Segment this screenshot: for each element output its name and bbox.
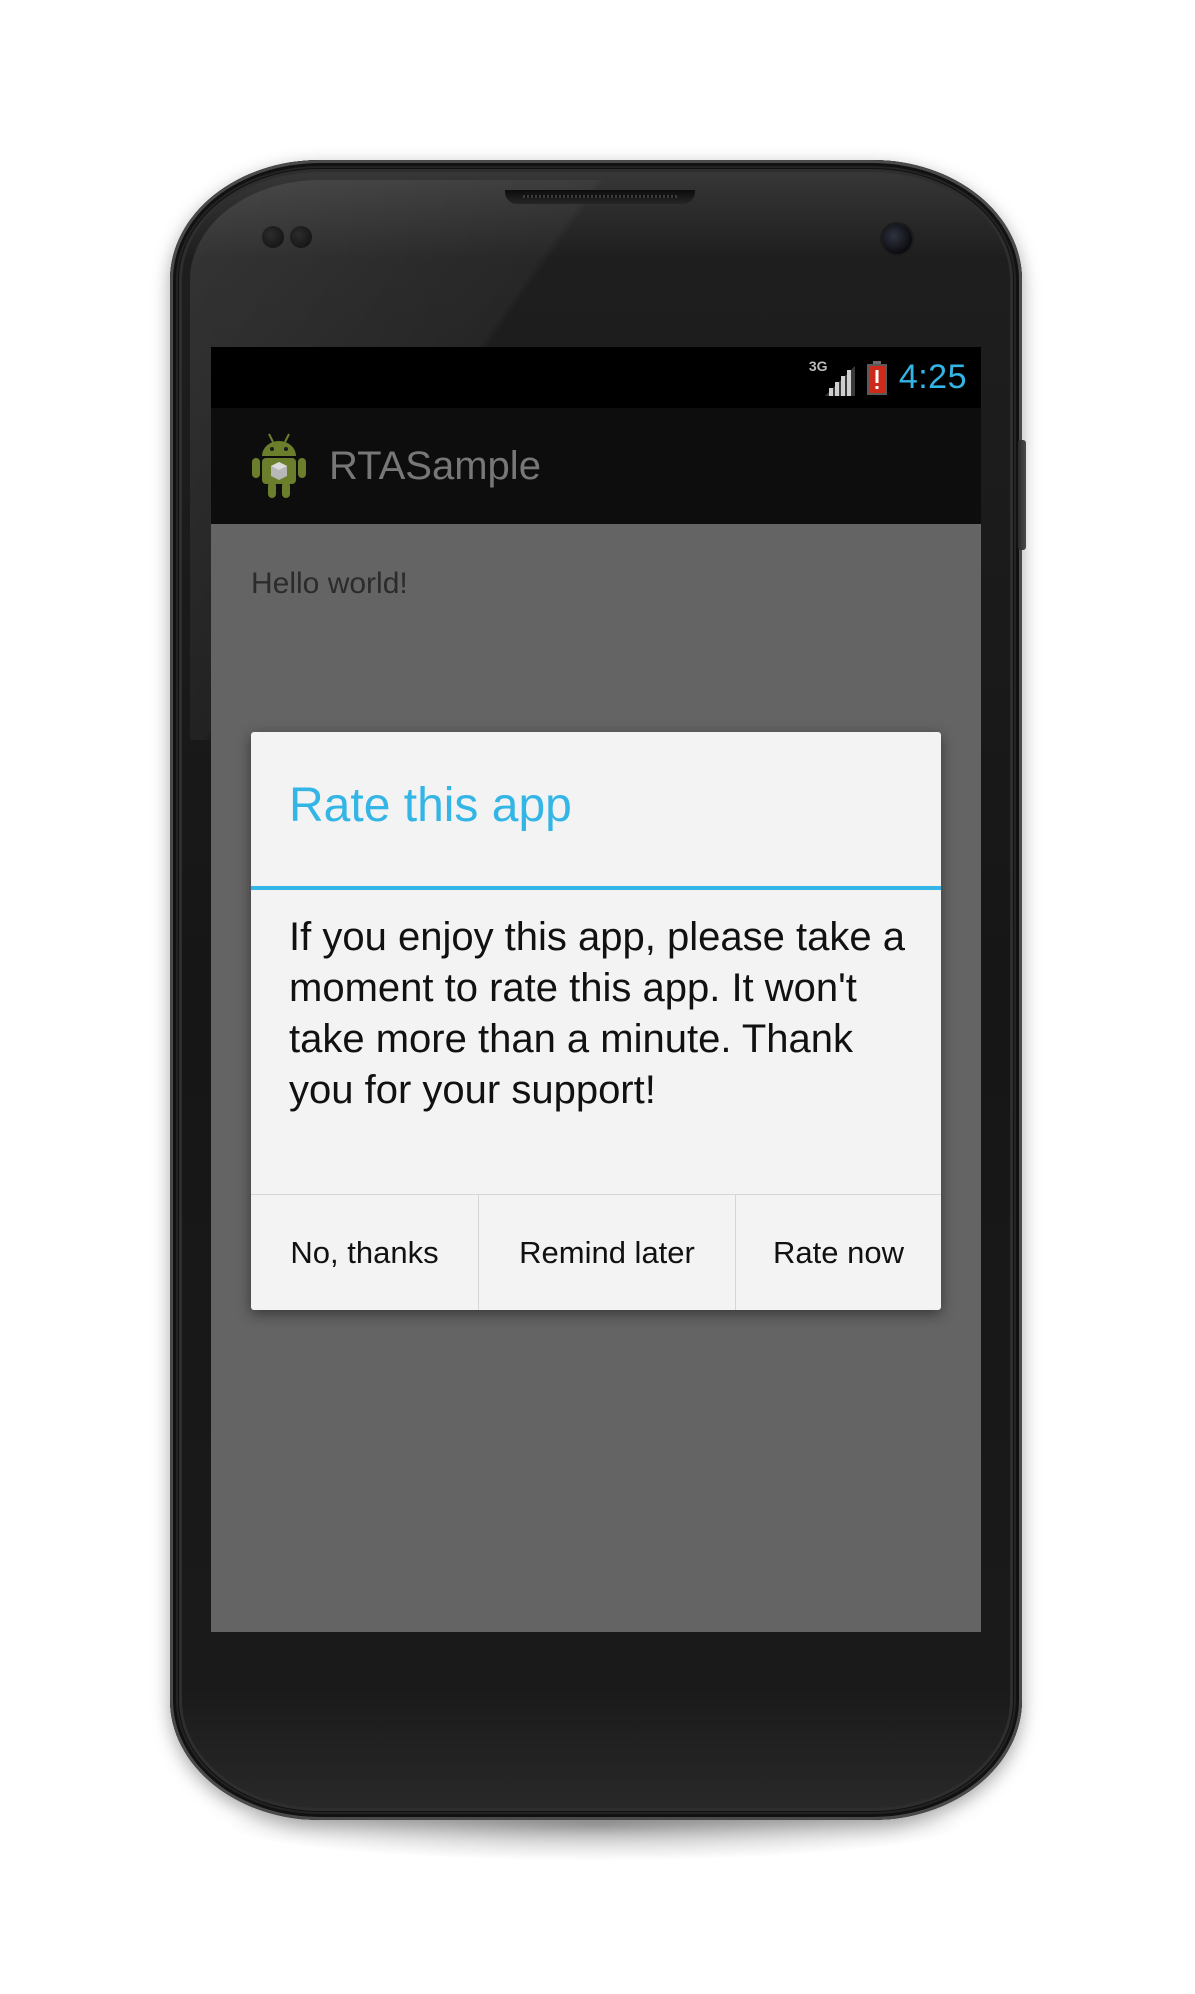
- cell-signal-icon: 3G: [809, 358, 855, 398]
- android-icon[interactable]: [249, 432, 309, 500]
- remind-later-button[interactable]: Remind later: [479, 1195, 736, 1310]
- dialog-button-bar: No, thanks Remind later Rate now: [251, 1194, 941, 1310]
- content-text: Hello world!: [251, 567, 408, 600]
- signal-bars-icon: [824, 365, 855, 396]
- front-camera-icon: [882, 224, 912, 254]
- rate-now-button[interactable]: Rate now: [736, 1195, 941, 1310]
- earpiece-speaker: [505, 190, 695, 204]
- rate-dialog: Rate this app If you enjoy this app, ple…: [251, 732, 941, 1310]
- battery-alert-icon: [866, 360, 887, 395]
- power-button[interactable]: [1018, 440, 1026, 550]
- status-bar: 3G 4:25: [211, 347, 981, 408]
- phone-screen: 3G 4:25 RTASample Hello world! Rate this…: [211, 347, 981, 1632]
- app-title: RTASample: [329, 443, 541, 488]
- dialog-title: Rate this app: [289, 779, 572, 832]
- no-thanks-button[interactable]: No, thanks: [251, 1195, 479, 1310]
- proximity-sensor: [262, 226, 284, 248]
- light-sensor: [290, 226, 312, 248]
- stage: 3G 4:25 RTASample Hello world! Rate this…: [0, 0, 1195, 1994]
- dialog-message: If you enjoy this app, please take a mom…: [289, 915, 905, 1112]
- status-clock: 4:25: [898, 358, 967, 396]
- dialog-title-divider: [251, 886, 941, 890]
- status-icons: 3G 4:25: [809, 347, 967, 408]
- action-bar: RTASample: [211, 408, 981, 524]
